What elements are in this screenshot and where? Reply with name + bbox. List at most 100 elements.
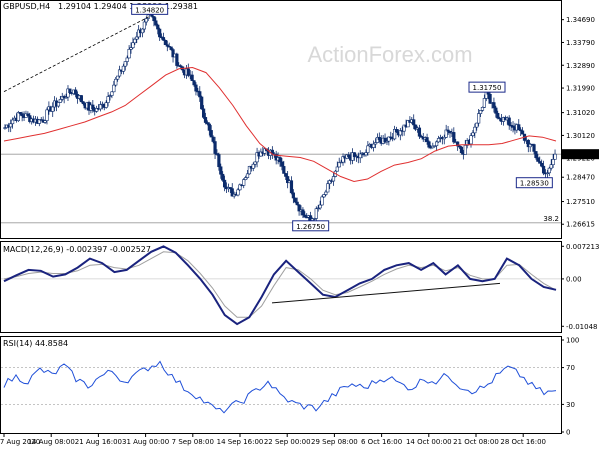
candle-body	[198, 91, 202, 98]
rsi-panel-frame	[0, 336, 562, 434]
candle-body	[547, 167, 551, 174]
candle-body	[45, 109, 49, 121]
candle-body	[169, 46, 173, 50]
candle-body	[186, 68, 190, 76]
candle	[520, 127, 525, 135]
candle-body	[536, 157, 540, 162]
candle-body	[435, 141, 439, 147]
candle-body	[152, 16, 156, 22]
candle-body	[121, 65, 125, 72]
watermark: ActionForex.com	[307, 42, 472, 67]
candle-body	[301, 209, 305, 216]
price-ytick-label: 1.33790	[566, 39, 595, 47]
ohlc-readout: 1.29104 1.29404 1.28990 1.29381	[58, 2, 198, 11]
x-tick-label: 29 Sep 08:00	[311, 438, 358, 446]
candle-body	[532, 144, 536, 152]
candle-body	[494, 107, 498, 114]
candle-body	[219, 166, 223, 175]
macd-title: MACD(12,26,9) -0.002397 -0.002527	[3, 245, 151, 254]
candle-body	[475, 122, 479, 128]
rsi-line	[3, 360, 557, 414]
x-tick-label: 21 Oct 08:00	[453, 438, 499, 446]
annotation-label: 1.31750	[473, 84, 502, 92]
candle-body	[473, 126, 477, 134]
candle	[56, 102, 61, 108]
annotation-label: 1.26750	[296, 223, 325, 231]
candle-body	[477, 113, 481, 124]
candle-body	[104, 102, 108, 108]
candle-body	[364, 152, 368, 156]
candle-body	[244, 177, 248, 180]
x-tick-label: 21 Aug 16:00	[75, 438, 122, 446]
candle-body	[318, 204, 322, 209]
candle-body	[553, 153, 557, 160]
fib-level-label: 38.2	[543, 215, 559, 223]
candle-body	[284, 173, 288, 177]
candle-body	[156, 24, 160, 30]
candle-body	[56, 102, 61, 107]
price-ytick-label: 1.31020	[566, 109, 595, 117]
candle-body	[320, 196, 324, 206]
candle-body	[91, 104, 95, 110]
candle-body	[253, 161, 257, 165]
candle-body	[203, 117, 208, 123]
candle-body	[417, 127, 422, 137]
candle-body	[425, 137, 429, 142]
candle	[358, 150, 362, 163]
candle-body	[335, 166, 339, 172]
candle	[371, 140, 376, 152]
chart-canvas: ActionForex.com GBPUSD,H4 1.29104 1.2940…	[0, 0, 599, 446]
x-tick-label: 14 Aug 08:00	[28, 438, 75, 446]
candle	[140, 28, 145, 38]
price-ytick-label: 1.34690	[566, 16, 595, 24]
x-tick-label: 6 Oct 16:00	[361, 438, 402, 446]
candle-body	[331, 176, 336, 182]
candle-body	[295, 201, 299, 206]
candle	[393, 125, 397, 141]
candle-body	[9, 123, 13, 128]
candle-body	[163, 39, 167, 46]
candle	[341, 153, 345, 166]
candle-body	[133, 38, 137, 44]
candle-body	[482, 98, 486, 108]
candle-body	[223, 179, 227, 188]
candle-body	[549, 164, 553, 169]
instrument-label: GBPUSD,H4	[3, 2, 50, 11]
candle	[127, 45, 131, 59]
x-tick-label: 22 Sep 00:00	[264, 438, 311, 446]
price-ytick-label: 1.32890	[566, 62, 595, 70]
candle-body	[541, 165, 546, 174]
candle-body	[144, 18, 148, 23]
candle-body	[371, 143, 376, 148]
candle-body	[551, 159, 555, 165]
candle-body	[127, 49, 131, 59]
candle-body	[492, 102, 496, 109]
candle-body	[74, 89, 78, 95]
candle-body	[488, 93, 492, 104]
candle-body	[278, 157, 282, 163]
candle-body	[412, 119, 416, 126]
x-tick-label: 31 Aug 00:00	[122, 438, 169, 446]
rsi-title: RSI(14) 44.8584	[3, 339, 68, 348]
x-tick-label: 14 Oct 00:00	[406, 438, 452, 446]
candle	[117, 65, 122, 78]
candle-body	[51, 106, 55, 112]
candle-body	[293, 197, 297, 203]
candle-body	[125, 57, 129, 62]
candle-body	[140, 28, 145, 34]
annotation-label: 1.28530	[520, 180, 549, 188]
candle-body	[217, 154, 221, 168]
candle	[522, 133, 527, 144]
candle-body	[520, 130, 525, 135]
candle-body	[112, 84, 116, 93]
candle-body	[358, 153, 362, 159]
candle-body	[106, 96, 110, 103]
candle-body	[131, 42, 135, 49]
price-ytick-label: 1.31990	[566, 85, 595, 93]
candle-body	[534, 151, 538, 158]
candle-body	[20, 113, 24, 117]
candle-body	[190, 74, 194, 81]
price-ytick-label: 1.28470	[566, 174, 595, 182]
candle	[517, 119, 521, 131]
rsi-ytick-label: 0	[566, 429, 570, 437]
